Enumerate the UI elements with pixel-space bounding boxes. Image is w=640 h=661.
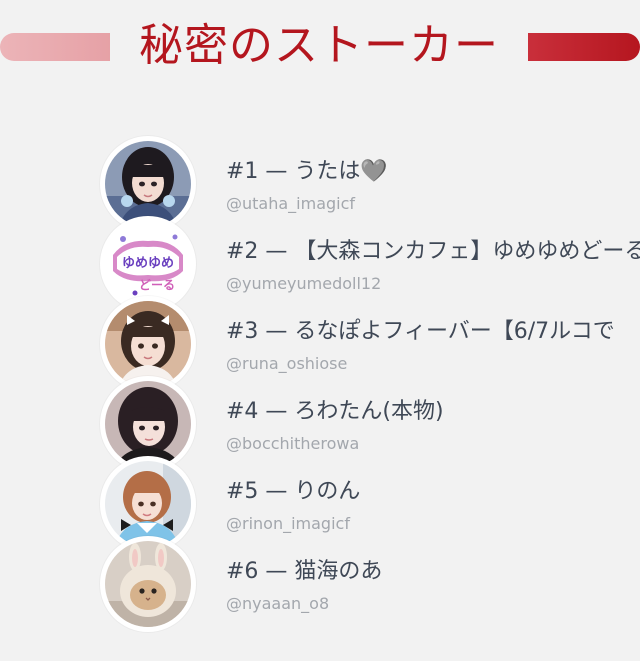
page: 秘密のストーカー #1 — うたは🩶 @utaha_imagicf ゆめゆめ ど… [0, 0, 640, 661]
list-item-info: #1 — うたは🩶 @utaha_imagicf [226, 156, 640, 216]
user-name: #4 — ろわたん(本物) [226, 399, 444, 424]
svg-text:ゆめゆめ: ゆめゆめ [122, 256, 174, 271]
user-handle: @nyaaan_o8 [226, 594, 330, 613]
list-item-info: #5 — りのん @rinon_imagicf [226, 476, 640, 536]
list-item-info: #6 — 猫海のあ @nyaaan_o8 [226, 556, 640, 616]
user-name: #1 — うたは🩶 [226, 159, 388, 184]
user-name: #6 — 猫海のあ [226, 559, 383, 584]
user-handle: @rinon_imagicf [226, 514, 350, 533]
user-handle: @runa_oshiose [226, 354, 348, 373]
user-name: #3 — るなぽよフィーバー【6/7ルコで [226, 319, 615, 344]
page-title: 秘密のストーカー [139, 20, 499, 71]
list-item-info: #4 — ろわたん(本物) @bocchitherowa [226, 396, 640, 456]
user-handle: @yumeyumedoll12 [226, 274, 382, 293]
list-item-info: #2 — 【大森コンカフェ】ゆめゆめどーる @yumeyumedoll12 [226, 236, 640, 296]
user-handle: @utaha_imagicf [226, 194, 356, 213]
avatar[interactable] [100, 536, 196, 632]
svg-text:どーる: どーる [139, 278, 175, 292]
user-name: #2 — 【大森コンカフェ】ゆめゆめどーる [226, 239, 640, 264]
user-handle: @bocchitherowa [226, 434, 360, 453]
list-item[interactable]: #6 — 猫海のあ @nyaaan_o8 [0, 536, 640, 636]
list-item-info: #3 — るなぽよフィーバー【6/7ルコで @runa_oshiose [226, 316, 640, 376]
title-bar: 秘密のストーカー [0, 14, 640, 78]
title-decoration-right [528, 33, 640, 61]
title-decoration-left [0, 33, 110, 61]
user-name: #5 — りのん [226, 479, 361, 504]
